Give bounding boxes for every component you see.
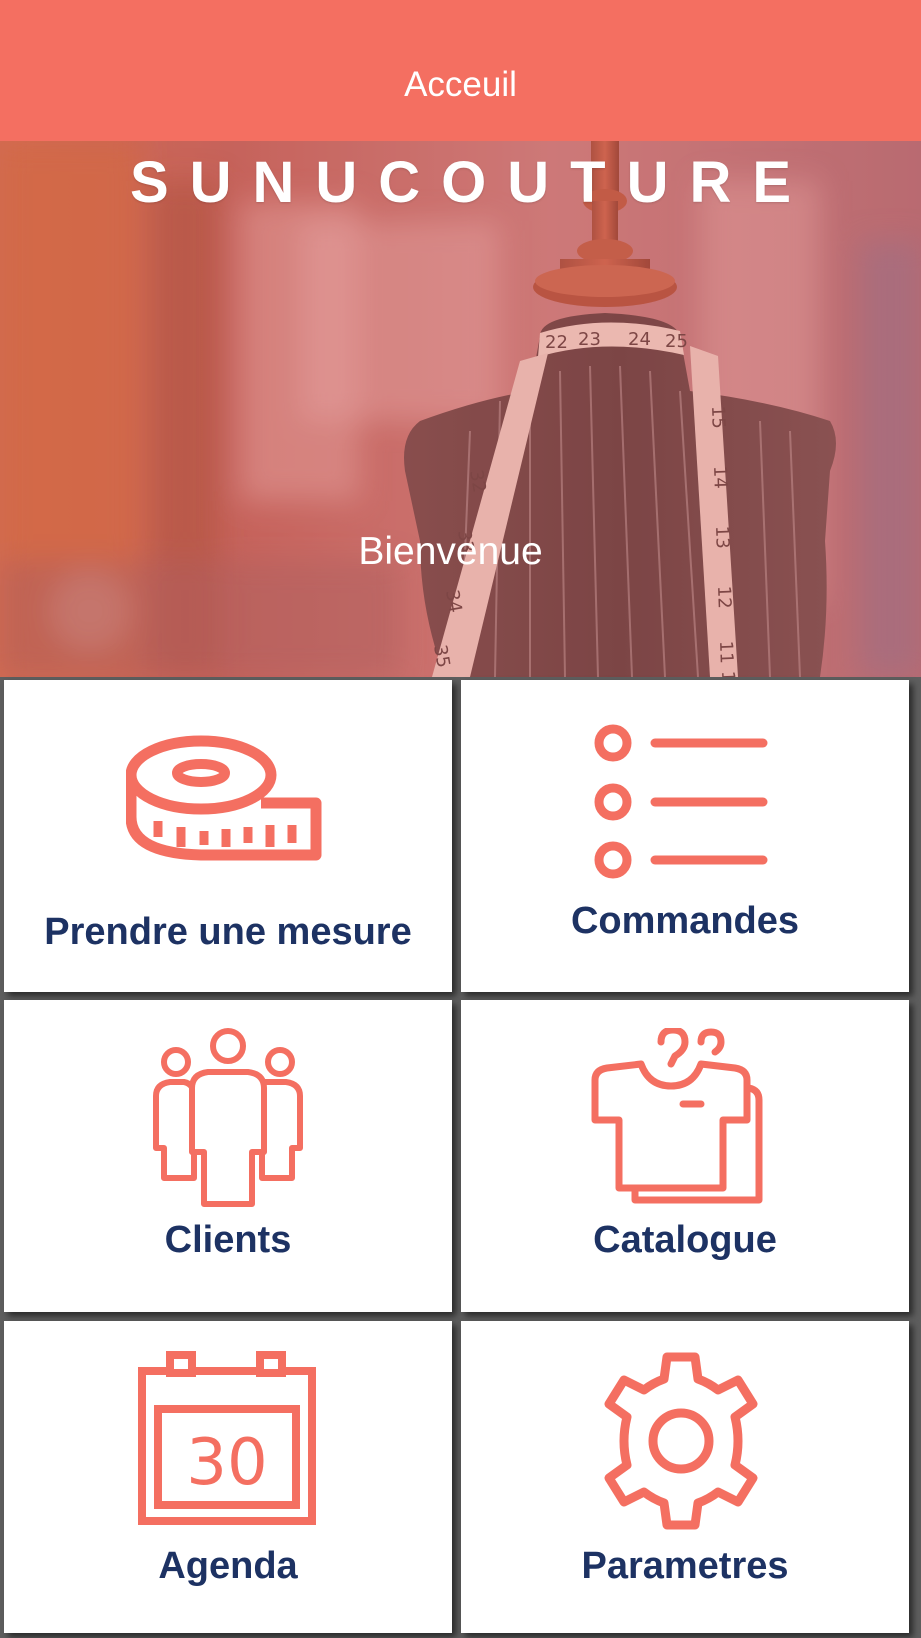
svg-text:30: 30 [186,1426,267,1500]
measure-tile[interactable]: Prendre une mesure [4,680,452,992]
brand-title: SUNUCOUTURE [129,150,813,215]
orders-label: Commandes [570,900,800,942]
top-bar: Acceuil [0,0,921,141]
page-title: Acceuil [404,65,517,104]
hero-image: 22 23 24 25 15 14 13 12 11 10 32 33 34 3… [0,141,921,677]
measuring-tape-icon [126,735,322,861]
calendar-icon: 30 [138,1351,316,1525]
people-group-icon [153,1028,303,1207]
clothes-hanger-icon [591,1028,763,1204]
list-icon [594,724,768,879]
menu-grid: Prendre une mesure Commandes Clients Cat… [0,677,921,1638]
orders-tile[interactable]: Commandes [461,680,909,992]
hero-banner: 22 23 24 25 15 14 13 12 11 10 32 33 34 3… [0,141,921,677]
clients-label: Clients [164,1219,292,1261]
catalog-tile[interactable]: Catalogue [461,1000,909,1312]
gear-icon [604,1352,758,1530]
catalog-label: Catalogue [593,1219,777,1261]
welcome-text: Bienvenue [358,530,543,573]
agenda-label: Agenda [158,1545,298,1587]
agenda-tile[interactable]: 30 Agenda [4,1321,452,1633]
clients-tile[interactable]: Clients [4,1000,452,1312]
settings-label: Parametres [581,1545,789,1587]
measure-label: Prendre une mesure [44,911,412,953]
settings-tile[interactable]: Parametres [461,1321,909,1633]
home-screen: Acceuil 22 23 24 25 15 14 13 12 11 32 33… [0,0,921,1638]
